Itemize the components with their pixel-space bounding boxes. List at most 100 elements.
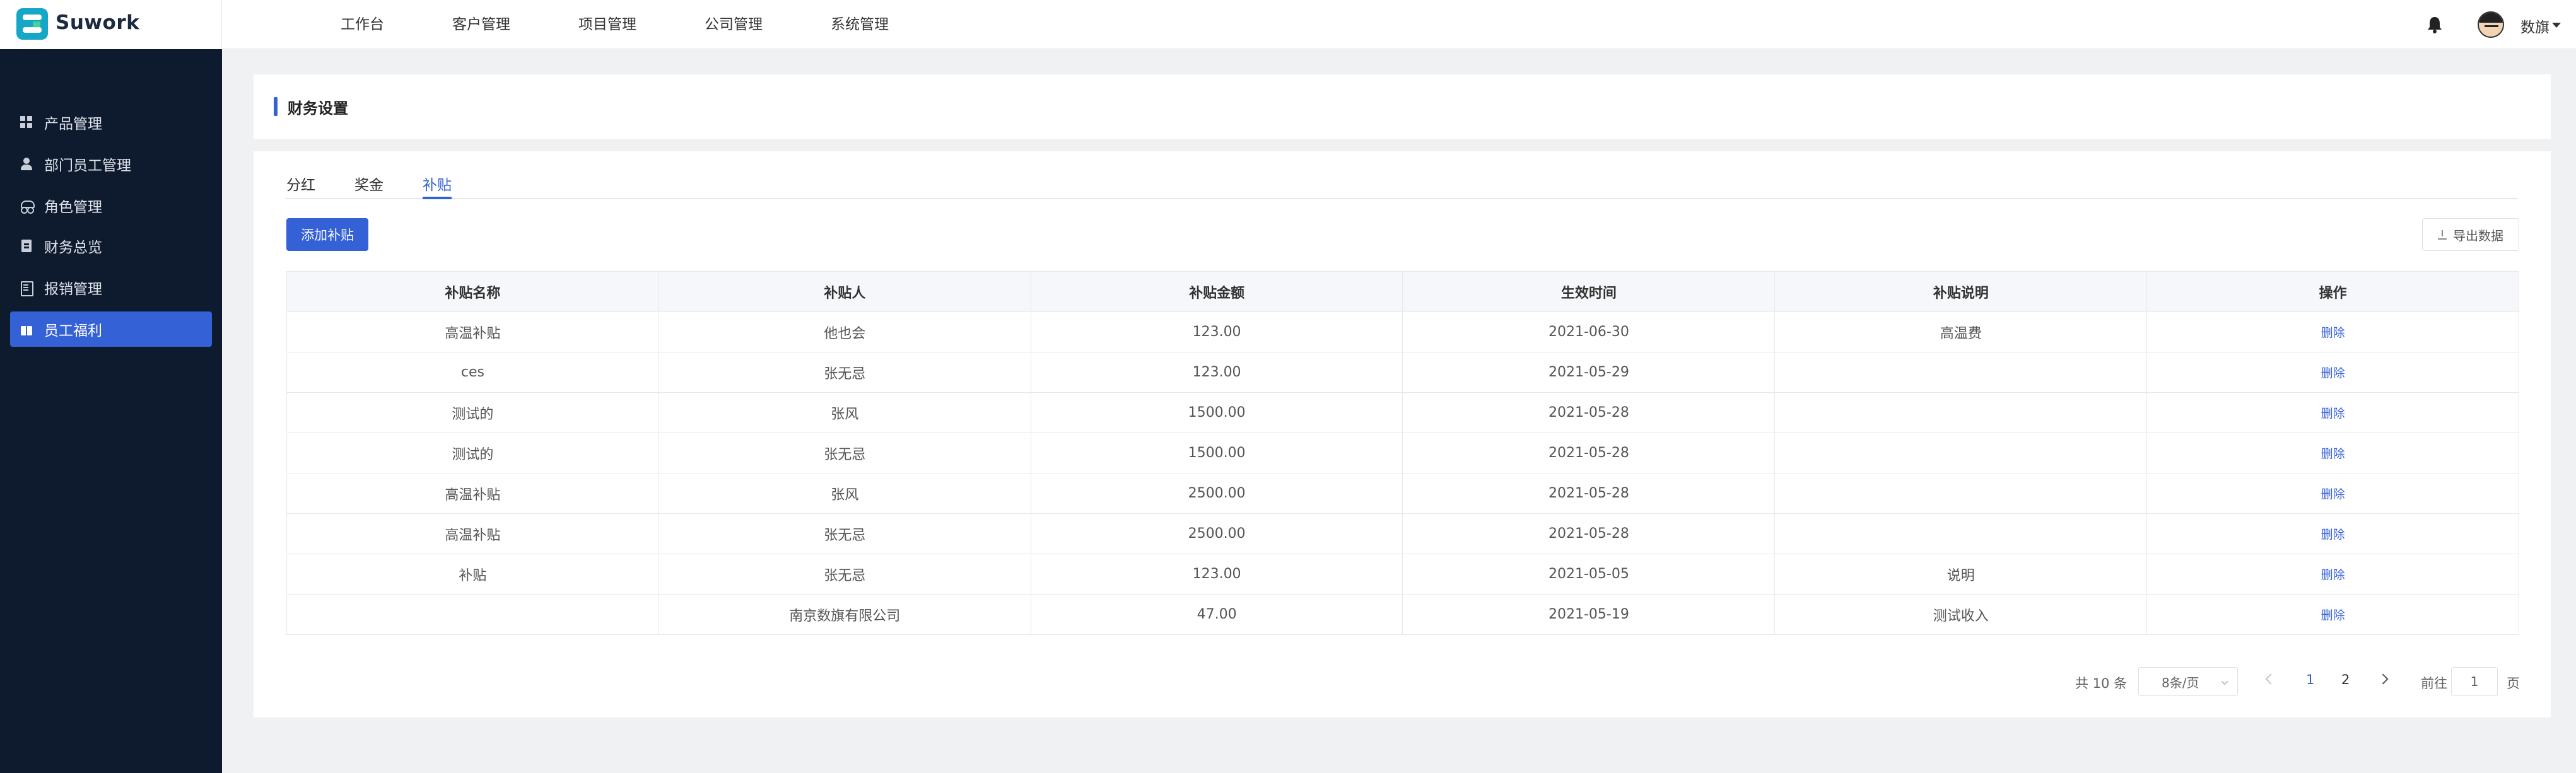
cell-name: 高温补贴 xyxy=(286,311,659,352)
user-name[interactable]: 数旗 xyxy=(2520,15,2550,37)
sidebar-item-welfare[interactable]: 员工福利 xyxy=(10,311,212,347)
role-icon xyxy=(20,199,35,214)
column-header: 补贴名称 xyxy=(286,271,659,312)
table-row: 测试的 张风 1500.00 2021-05-28 删除 xyxy=(286,392,2519,433)
cell-person: 张无忌 xyxy=(658,513,1031,554)
page-number-1[interactable]: 1 xyxy=(2306,672,2314,687)
cell-note: 测试收入 xyxy=(1774,594,2148,635)
page-size-select[interactable]: 8条/页 xyxy=(2138,667,2238,696)
next-page-icon[interactable] xyxy=(2377,673,2389,685)
tab-subsidy[interactable]: 补贴 xyxy=(423,173,452,194)
cell-person: 张风 xyxy=(658,473,1031,514)
pagination-total: 共 10 条 xyxy=(2075,676,2128,691)
delete-button[interactable]: 删除 xyxy=(2146,392,2519,433)
delete-button[interactable]: 删除 xyxy=(2146,594,2519,635)
sidebar-item-roles[interactable]: 角色管理 xyxy=(10,188,212,223)
top-nav: 工作台 客户管理 项目管理 公司管理 系统管理 xyxy=(341,0,957,49)
avatar[interactable] xyxy=(2478,11,2504,38)
table-row: ces 张无忌 123.00 2021-05-29 删除 xyxy=(286,352,2519,393)
table-row: 高温补贴 他也会 123.00 2021-06-30 高温费 删除 xyxy=(286,311,2519,352)
tabs: 分红 奖金 补贴 xyxy=(285,168,2518,199)
cell-note xyxy=(1774,473,2148,514)
cell-name: 测试的 xyxy=(286,433,659,474)
title-accent-bar xyxy=(274,97,278,116)
cell-name: 高温补贴 xyxy=(286,513,659,554)
cell-name: 补贴 xyxy=(286,554,659,595)
delete-button[interactable]: 删除 xyxy=(2146,352,2519,393)
cell-date: 2021-06-30 xyxy=(1402,311,1776,352)
page-title: 财务设置 xyxy=(288,100,348,117)
tab-bonus[interactable]: 奖金 xyxy=(354,173,383,194)
delete-button[interactable]: 删除 xyxy=(2146,554,2519,595)
subsidy-table: 补贴名称 补贴人 补贴金额 生效时间 补贴说明 操作 高温补贴 他也会 123.… xyxy=(286,271,2519,635)
top-header: Suwork 工作台 客户管理 项目管理 公司管理 系统管理 数旗 xyxy=(0,0,2576,49)
topnav-workbench[interactable]: 工作台 xyxy=(341,0,384,49)
topnav-company[interactable]: 公司管理 xyxy=(705,0,763,49)
tab-dividend[interactable]: 分红 xyxy=(286,173,315,194)
delete-button[interactable]: 删除 xyxy=(2146,433,2519,474)
sidebar-item-products[interactable]: 产品管理 xyxy=(10,105,212,140)
sidebar-item-label: 财务总览 xyxy=(44,240,102,256)
cell-note xyxy=(1774,513,2148,554)
export-label: 导出数据 xyxy=(2453,228,2503,243)
topnav-customers[interactable]: 客户管理 xyxy=(452,0,510,49)
cell-amount: 1500.00 xyxy=(1030,392,1403,433)
sidebar-item-label: 报销管理 xyxy=(44,281,102,298)
goto-page-input[interactable] xyxy=(2451,667,2498,696)
cell-name: ces xyxy=(286,352,659,393)
page-number-2[interactable]: 2 xyxy=(2341,672,2350,687)
delete-button[interactable]: 删除 xyxy=(2146,311,2519,352)
cell-person: 张无忌 xyxy=(658,352,1031,393)
page-size-value: 8条/页 xyxy=(2162,675,2199,690)
table-row: 高温补贴 张无忌 2500.00 2021-05-28 删除 xyxy=(286,513,2519,554)
download-icon xyxy=(2438,230,2447,240)
column-header: 补贴人 xyxy=(658,271,1031,312)
cell-amount: 123.00 xyxy=(1030,311,1403,352)
bell-icon[interactable] xyxy=(2426,15,2444,34)
cell-person: 南京数旗有限公司 xyxy=(658,594,1031,635)
prev-page-icon[interactable] xyxy=(2265,673,2276,685)
cell-note: 说明 xyxy=(1774,554,2148,595)
cell-amount: 1500.00 xyxy=(1030,433,1403,474)
cell-date: 2021-05-28 xyxy=(1402,513,1776,554)
column-header: 操作 xyxy=(2146,271,2519,312)
export-button[interactable]: 导出数据 xyxy=(2422,218,2519,251)
cell-person: 张无忌 xyxy=(658,554,1031,595)
cell-date: 2021-05-28 xyxy=(1402,433,1776,474)
delete-button[interactable]: 删除 xyxy=(2146,473,2519,514)
logo-text: Suwork xyxy=(56,11,140,34)
cell-name: 高温补贴 xyxy=(286,473,659,514)
logo-area: Suwork xyxy=(0,0,222,49)
chevron-down-icon[interactable] xyxy=(2552,23,2561,28)
cell-amount: 123.00 xyxy=(1030,554,1403,595)
cell-note xyxy=(1774,433,2148,474)
sidebar-item-reimburse[interactable]: 报销管理 xyxy=(10,270,212,305)
delete-button[interactable]: 删除 xyxy=(2146,513,2519,554)
table-row: 南京数旗有限公司 47.00 2021-05-19 测试收入 删除 xyxy=(286,594,2519,635)
cell-person: 他也会 xyxy=(658,311,1031,352)
table-row: 测试的 张无忌 1500.00 2021-05-28 删除 xyxy=(286,433,2519,474)
cell-date: 2021-05-05 xyxy=(1402,554,1776,595)
cell-name: 测试的 xyxy=(286,392,659,433)
cell-amount: 47.00 xyxy=(1030,594,1403,635)
finance-icon xyxy=(20,240,33,252)
sidebar-item-finance[interactable]: 财务总览 xyxy=(10,228,212,264)
reimburse-icon xyxy=(20,281,33,296)
add-subsidy-button[interactable]: 添加补贴 xyxy=(286,218,368,251)
tab-active-indicator xyxy=(423,197,452,199)
cell-note: 高温费 xyxy=(1774,311,2148,352)
cell-person: 张无忌 xyxy=(658,433,1031,474)
sidebar-item-staff[interactable]: 部门员工管理 xyxy=(10,146,212,182)
table-row: 高温补贴 张风 2500.00 2021-05-28 删除 xyxy=(286,473,2519,514)
user-icon xyxy=(20,158,33,170)
cell-date: 2021-05-19 xyxy=(1402,594,1776,635)
cell-person: 张风 xyxy=(658,392,1031,433)
column-header: 补贴说明 xyxy=(1774,271,2148,312)
topnav-projects[interactable]: 项目管理 xyxy=(578,0,636,49)
column-header: 生效时间 xyxy=(1402,271,1776,312)
cell-date: 2021-05-28 xyxy=(1402,473,1776,514)
main-card: 分红 奖金 补贴 添加补贴 导出数据 补贴名称 补贴人 补贴金额 生效时间 补贴… xyxy=(254,151,2551,718)
logo-icon xyxy=(16,8,48,40)
topnav-system[interactable]: 系统管理 xyxy=(831,0,889,49)
table-header-row: 补贴名称 补贴人 补贴金额 生效时间 补贴说明 操作 xyxy=(286,271,2519,312)
